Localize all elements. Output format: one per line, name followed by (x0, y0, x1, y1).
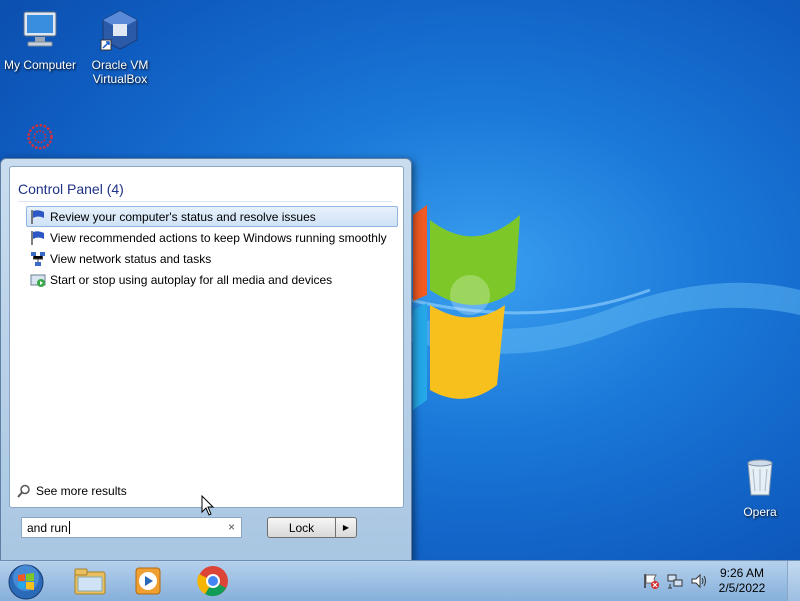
search-input-value: and run (27, 520, 68, 535)
desktop-icon-my-computer[interactable]: My Computer (0, 8, 80, 72)
clear-search-icon[interactable]: × (228, 520, 235, 534)
recycle-bin-icon (747, 459, 773, 496)
explorer-icon[interactable] (72, 564, 108, 598)
result-label: Review your computer's status and resolv… (50, 209, 316, 224)
arrow-right-icon: ▶ (342, 523, 350, 532)
action-center-flag-icon[interactable] (642, 570, 660, 592)
shutdown-options-arrow[interactable]: ▶ (335, 517, 357, 538)
taskbar: 9:26 AM 2/5/2022 (0, 560, 800, 601)
section-title: Control Panel (4) (18, 181, 392, 202)
media-player-icon[interactable] (130, 564, 166, 598)
text-caret (68, 521, 70, 534)
clock-date: 2/5/2022 (718, 581, 766, 595)
flag-icon (31, 209, 44, 224)
windows-logo-wallpaper (413, 205, 520, 410)
system-clock[interactable]: 9:26 AM 2/5/2022 (712, 566, 772, 596)
desktop-icon-virtualbox[interactable]: Oracle VM VirtualBox (80, 8, 160, 86)
result-review-status[interactable]: Review your computer's status and resolv… (26, 206, 398, 227)
desktop-icon-label: Oracle VM VirtualBox (91, 58, 149, 86)
partial-desktop-icon (27, 124, 53, 150)
magnifier-icon (17, 484, 30, 498)
flag-icon (31, 230, 44, 245)
lock-button-label: Lock (288, 520, 315, 535)
see-more-label: See more results (36, 484, 127, 498)
volume-icon[interactable] (690, 570, 708, 592)
chrome-icon[interactable] (195, 564, 231, 598)
result-autoplay[interactable]: Start or stop using autoplay for all med… (26, 269, 398, 290)
show-desktop-button[interactable] (787, 561, 800, 601)
lock-button[interactable]: Lock (267, 517, 336, 538)
network-icon (31, 251, 45, 266)
result-label: View network status and tasks (50, 251, 212, 266)
desktop-icon-opera[interactable]: Opera (720, 455, 800, 519)
clock-time: 9:26 AM (719, 566, 765, 580)
result-label: View recommended actions to keep Windows… (50, 230, 387, 245)
desktop-icon-label: My Computer (3, 58, 77, 72)
autoplay-icon (30, 274, 46, 287)
computer-icon (23, 11, 57, 47)
search-results-panel: Control Panel (4) Review your computer's… (9, 166, 404, 508)
see-more-results[interactable]: See more results (17, 484, 127, 498)
network-tray-icon[interactable] (666, 570, 684, 592)
start-orb-icon[interactable] (7, 563, 45, 601)
search-input[interactable]: and run × (21, 517, 242, 538)
virtualbox-icon (100, 10, 138, 51)
result-network-status[interactable]: View network status and tasks (26, 248, 398, 269)
desktop-icon-label: Opera (743, 505, 777, 519)
result-recommended-actions[interactable]: View recommended actions to keep Windows… (26, 227, 398, 248)
mouse-cursor-icon (201, 495, 215, 516)
result-label: Start or stop using autoplay for all med… (50, 272, 333, 287)
